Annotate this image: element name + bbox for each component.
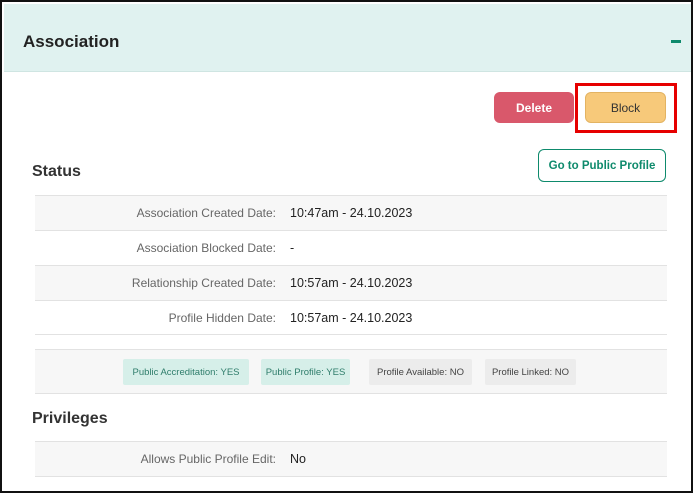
status-row-label: Relationship Created Date:: [131, 276, 276, 290]
privileges-row-label: Allows Public Profile Edit:: [140, 452, 276, 466]
privileges-row: Allows Public Profile Edit: No: [35, 441, 667, 476]
status-row: Association Created Date: 10:47am - 24.1…: [35, 195, 667, 230]
delete-button[interactable]: Delete: [494, 92, 574, 123]
status-row-label: Profile Hidden Date:: [168, 310, 276, 325]
status-row-value: 10:57am - 24.10.2023: [290, 276, 413, 290]
status-row-value: 10:47am - 24.10.2023: [290, 206, 413, 220]
status-row-value: -: [290, 241, 295, 255]
status-badge: Profile Linked: NO: [485, 359, 576, 385]
status-row-label: Association Created Date:: [136, 206, 276, 220]
status-badge: Public Accreditation: YES: [123, 359, 249, 385]
status-row-value: 10:57am - 24.10.2023: [290, 310, 413, 325]
association-panel: Association Delete Block Status Go to Pu…: [0, 0, 693, 493]
status-row-label: Association Blocked Date:: [136, 241, 276, 255]
status-row: Profile Hidden Date: 10:57am - 24.10.202…: [35, 300, 667, 335]
minus-icon[interactable]: [671, 40, 681, 43]
privileges-section-title: Privileges: [32, 410, 108, 427]
status-row: Relationship Created Date: 10:57am - 24.…: [35, 265, 667, 300]
status-badge: Public Profile: YES: [261, 359, 350, 385]
status-section-title: Status: [32, 163, 81, 180]
status-row: Association Blocked Date: -: [35, 230, 667, 265]
go-to-public-profile-button[interactable]: Go to Public Profile: [538, 149, 666, 182]
status-badge: Profile Available: NO: [369, 359, 472, 385]
privileges-row-value: No: [290, 452, 306, 466]
block-button-highlight: [575, 83, 677, 133]
panel-header[interactable]: Association: [4, 4, 691, 72]
divider: [35, 476, 667, 477]
status-badges: Public Accreditation: YES Public Profile…: [35, 349, 667, 394]
panel-title: Association: [23, 32, 120, 51]
